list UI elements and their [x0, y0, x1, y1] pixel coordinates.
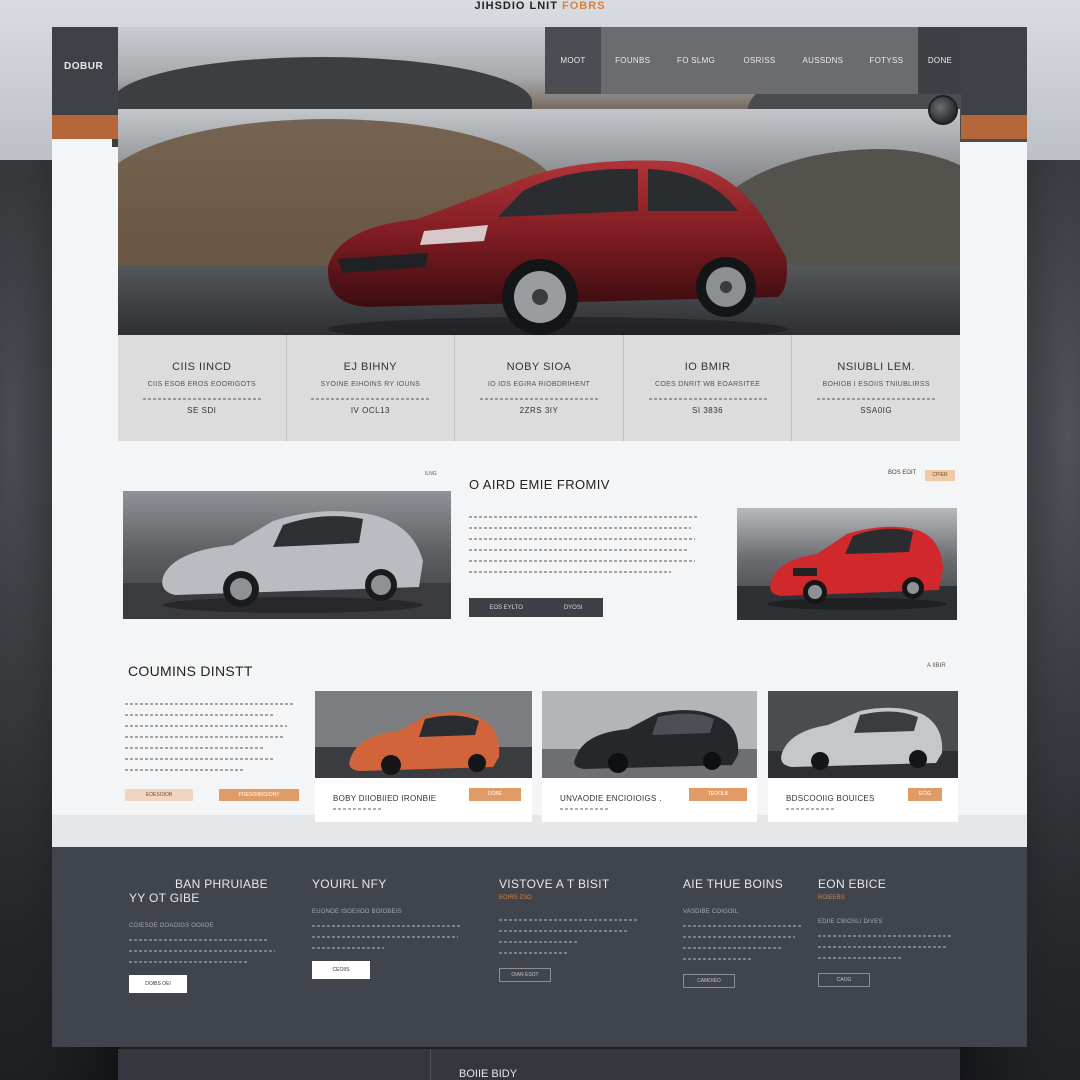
feature-right-tag[interactable]: CPIER [925, 470, 955, 481]
main-nav: MOOT FOUNBS FO SLMG OSRISS AUSSDNS FOTYS… [545, 27, 963, 94]
footer-column-heading: EON EBICE [818, 877, 887, 891]
footer-column-accent: ROIEEBS [818, 895, 845, 901]
footer-column-heading: YY OT GIBE [129, 891, 200, 905]
stat-card: EJ BIHNY SYOINE EIHOINS RY IOUNS IV OCL1… [287, 335, 456, 441]
footer-column-subtitle: COIESOE OOAOIGS OOIIOE [129, 923, 214, 929]
gallery-card-tag[interactable]: ECIG [908, 788, 942, 801]
gallery-card-label: BOBY DIIOBIIED IRONBIE [333, 794, 437, 803]
feature-action-button[interactable]: EOS EYLTO DYOSI [469, 598, 603, 617]
gallery-secondary-button[interactable]: EOESOIOB [125, 789, 193, 801]
stat-value: SE SDI [187, 406, 217, 415]
stat-subtitle: IO IOS EGIRA RIOBDRIHENT [487, 381, 591, 388]
footer-column-1: BAN PHRUIABE YY OT GIBE COIESOE OOAOIGS … [129, 877, 289, 993]
gallery-paragraph [125, 703, 310, 780]
feature-button-left-label: EOS EYLTO [489, 604, 523, 611]
gallery-card-image [315, 691, 532, 778]
nav-item-3[interactable]: FO SLMG [664, 27, 727, 94]
stat-card: CIIS IINCD CIIS ESOB EROS EOORIGOTS SE S… [118, 335, 287, 441]
footer-column-heading: VISTOVE A T BISIT [499, 877, 610, 891]
nav-item-2[interactable]: FOUNBS [601, 27, 664, 94]
footer-column-accent: EOIRS ZSO [499, 895, 532, 901]
nav-item-4[interactable]: OSRISS [728, 27, 791, 94]
nav-item-6[interactable]: FOTYSS [855, 27, 918, 94]
footer-column-2: YOUIRL NFY EUONOE ISOEIIOO BOIOBEIS CEOI… [312, 877, 472, 979]
footer-column-heading: YOUIRL NFY [312, 877, 387, 891]
footer-button[interactable]: CEOIIS [312, 961, 370, 979]
gallery-card-image [542, 691, 757, 778]
gallery-card-label: BDSCOOIIG BOUICES [786, 794, 875, 803]
stat-title: EJ BIHNY [343, 361, 398, 373]
feature-image-red-car [737, 508, 957, 620]
footer-column-overtitle: BAN PHRUIABE [175, 877, 268, 891]
footer-column-3: VISTOVE A T BISIT EOIRS ZSO OIAN ESOT [499, 877, 659, 982]
top-caption-main: JIHSDIO LNIT [474, 0, 558, 12]
hero-side-strip-left [52, 27, 118, 139]
stat-title: IO BMIR [684, 361, 731, 373]
stat-subtitle: BOHIOB I ESOIIS TNIUBLIRSS [822, 381, 930, 388]
feature-right-label: BOS EOIT [888, 470, 917, 476]
gallery-title: COUMINS DINSTT [128, 663, 253, 679]
footer-button[interactable]: DOIBS OEI [129, 975, 187, 993]
gallery-view-all-link[interactable]: A IIBIR [927, 663, 946, 669]
stat-title: CIIS IINCD [172, 361, 232, 373]
hero-image [118, 109, 960, 335]
hero-side-strip-right [961, 27, 1027, 139]
stat-value: 2ZRS 3IY [519, 406, 559, 415]
scroll-round-button[interactable] [928, 95, 958, 125]
top-caption: JIHSDIO LNIT FOBRS [0, 0, 1080, 12]
bottom-bar-text: BOIIE BIDY [459, 1068, 518, 1080]
stat-subtitle: CIIS ESOB EROS EOORIGOTS [147, 381, 256, 388]
stat-title: NSIUBLI LEM. [837, 361, 915, 373]
site-logo[interactable]: DOBUR [64, 61, 103, 72]
gallery-card[interactable]: BDSCOOIIG BOUICES ECIG [768, 691, 958, 822]
stat-card: NSIUBLI LEM. BOHIOB I ESOIIS TNIUBLIRSS … [792, 335, 960, 441]
site-footer: BAN PHRUIABE YY OT GIBE COIESOE OOAOIGS … [52, 847, 1027, 1047]
gallery-primary-button[interactable]: POESOIIIRSIONY [219, 789, 299, 801]
nav-item-1[interactable]: MOOT [545, 27, 601, 94]
gallery-card[interactable]: BOBY DIIOBIIED IRONBIE DOBE [315, 691, 532, 822]
stats-row: CIIS IINCD CIIS ESOB EROS EOORIGOTS SE S… [118, 335, 960, 441]
gallery-card[interactable]: UNVAODIE ENCIOIOIGS . TEOOLB [542, 691, 757, 822]
feature-small-label: ILNG [425, 471, 437, 477]
footer-column-subtitle: EDIIE CBIOSLI DIVES [818, 919, 883, 925]
footer-button[interactable]: CAMOIEO [683, 974, 735, 988]
gallery-card-label: UNVAODIE ENCIOIOIGS . [560, 794, 662, 803]
stat-value: SI 3836 [692, 406, 724, 415]
footer-column-subtitle: EUONOE ISOEIIOO BOIOBEIS [312, 909, 402, 915]
footer-column-5: EON EBICE ROIEEBS EDIIE CBIOSLI DIVES CA… [818, 877, 978, 987]
top-caption-accent: FOBRS [562, 0, 606, 12]
gallery-card-image [768, 691, 958, 778]
stat-card: NOBY SIOA IO IOS EGIRA RIOBDRIHENT 2ZRS … [455, 335, 624, 441]
website-page: DOBUR MOOT FOUNBS FO SLMG OSRISS AUSSDNS… [52, 27, 1027, 1047]
feature-paragraph [469, 516, 697, 582]
stat-subtitle: SYOINE EIHOINS RY IOUNS [320, 381, 421, 388]
stat-subtitle: COES DNRIT WB EOARSITEE [654, 381, 761, 388]
footer-button[interactable]: OIAN ESOT [499, 968, 551, 982]
bottom-bar: BOIIE BIDY [118, 1049, 960, 1080]
hero-car-illustration [327, 160, 788, 335]
stat-value: IV OCL13 [350, 406, 390, 415]
stat-card: IO BMIR COES DNRIT WB EOARSITEE SI 3836 [624, 335, 793, 441]
feature-title: O AIRD EMIE FROMIV [469, 477, 610, 492]
nav-item-7[interactable]: DONE [918, 27, 963, 94]
stat-title: NOBY SIOA [506, 361, 572, 373]
feature-button-right-label: DYOSI [563, 604, 583, 611]
stat-value: SSA0IG [860, 406, 893, 415]
gallery-card-tag[interactable]: DOBE [469, 788, 521, 801]
feature-image-silver-car [123, 491, 451, 619]
footer-button[interactable]: CAOG [818, 973, 870, 987]
nav-item-5[interactable]: AUSSDNS [791, 27, 854, 94]
gallery-card-tag[interactable]: TEOOLB [689, 788, 747, 801]
